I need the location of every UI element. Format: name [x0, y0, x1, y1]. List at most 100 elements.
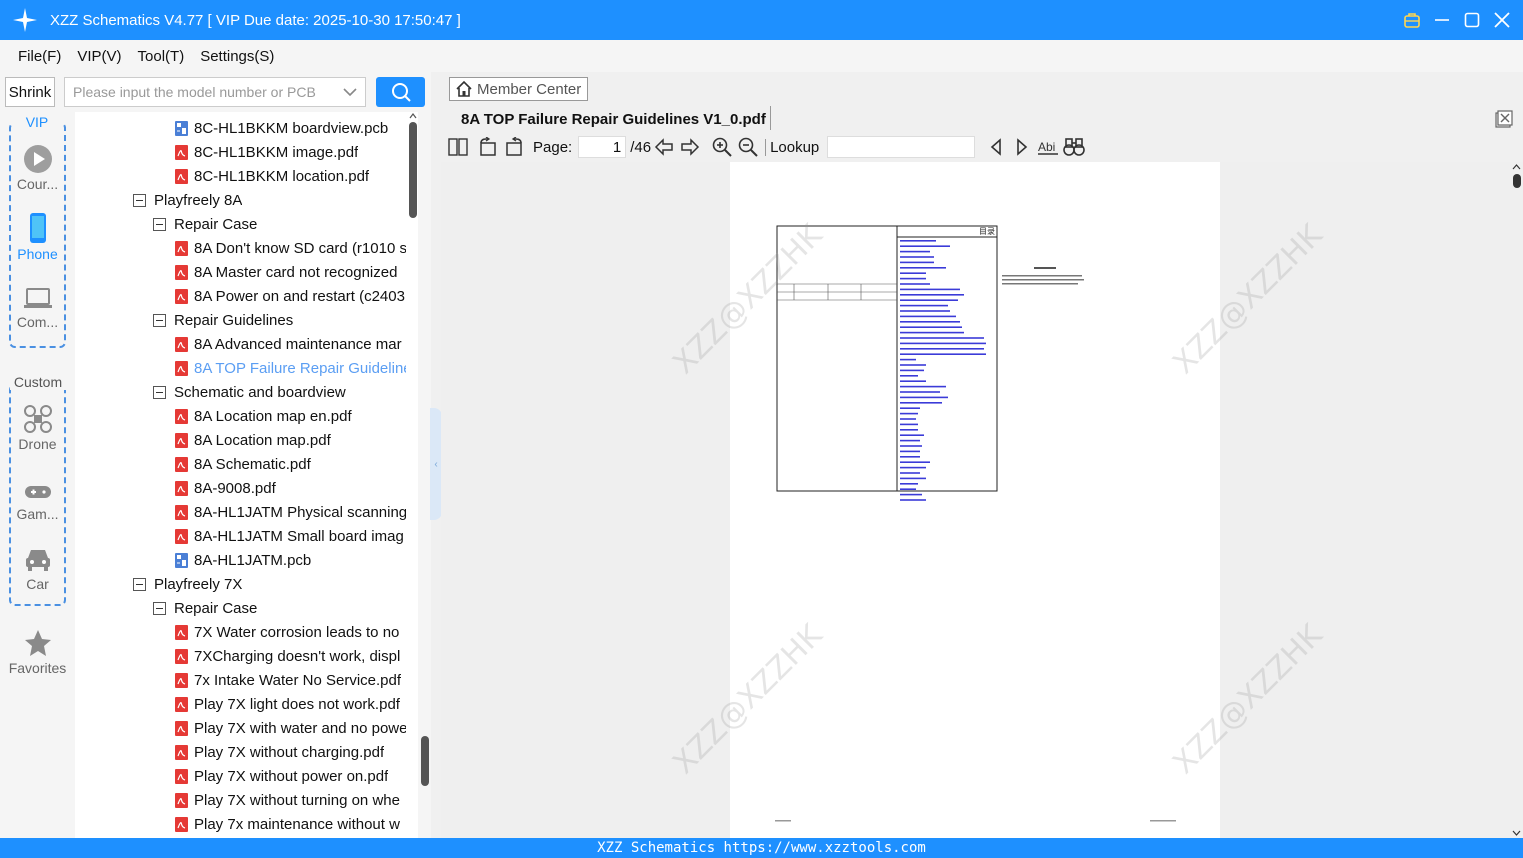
collapse-toggle-icon[interactable]	[153, 313, 166, 327]
page-number-input[interactable]: 1	[578, 136, 627, 158]
tree-folder-row[interactable]: Playfreely 8A	[133, 188, 406, 212]
sidebar-item-game[interactable]: Gam...	[0, 480, 75, 522]
search-icon	[391, 83, 411, 102]
toc-link-line	[900, 267, 946, 269]
pdf-file-icon	[175, 456, 188, 472]
tree-item-label: 8C-HL1BKKM image.pdf	[194, 143, 359, 161]
prev-page-arrow-icon[interactable]	[653, 136, 675, 158]
tree-folder-row[interactable]: Repair Guidelines	[153, 308, 406, 332]
toc-link-line	[900, 488, 916, 490]
rotate-left-icon[interactable]	[477, 136, 499, 158]
viewer-scrollbar[interactable]	[1510, 162, 1523, 838]
tree-item-label: Playfreely 8A	[154, 191, 243, 209]
menu-vip[interactable]: VIP(V)	[69, 48, 129, 65]
collapse-toggle-icon[interactable]	[153, 385, 166, 399]
search-area: Please input the model number or PCB	[64, 72, 431, 112]
tree-file-row[interactable]: Play 7X light does not work.pdf	[175, 692, 406, 716]
minimize-button[interactable]	[1431, 9, 1453, 31]
tree-item-label: 8A-HL1JATM.pcb	[194, 551, 312, 569]
chevron-down-icon[interactable]	[335, 87, 365, 97]
sidebar-item-drone[interactable]: Drone	[0, 404, 75, 452]
tree-file-row[interactable]: 7XCharging doesn't work, displ	[175, 644, 406, 668]
tree-item-label: Play 7X light does not work.pdf	[194, 695, 400, 713]
tree-file-row[interactable]: 8A Location map en.pdf	[175, 404, 406, 428]
lookup-input[interactable]	[827, 136, 976, 158]
collapse-toggle-icon[interactable]	[153, 217, 166, 231]
toc-link-line	[900, 375, 918, 377]
tree-file-row[interactable]: Play 7x maintenance without w	[175, 812, 406, 836]
play-circle-icon	[23, 145, 52, 173]
tree-file-row[interactable]: Play 7X without power on.pdf	[175, 764, 406, 788]
pdf-file-icon	[175, 792, 188, 808]
vip-bag-icon[interactable]	[1401, 9, 1423, 31]
tree-item-label: 8A Don't know SD card (r1010 s	[194, 239, 406, 257]
dual-page-icon[interactable]	[447, 136, 469, 158]
home-icon	[456, 80, 472, 97]
toc-link-line	[900, 483, 918, 485]
tree-file-row[interactable]: 8A-HL1JATM Small board imag	[175, 524, 406, 548]
sidebar-item-favorites[interactable]: Favorites	[0, 628, 75, 676]
shrink-button[interactable]: Shrink	[5, 77, 55, 107]
zoom-out-icon[interactable]	[737, 136, 759, 158]
tree-file-row[interactable]: 8A-HL1JATM Physical scanning	[175, 500, 406, 524]
match-case-icon[interactable]: Abi	[1037, 136, 1059, 158]
tree-file-row[interactable]: 7x Intake Water No Service.pdf	[175, 668, 406, 692]
sidebar-item-phone[interactable]: Phone	[0, 212, 75, 262]
tree-file-row[interactable]: 7X Water corrosion leads to no	[175, 620, 406, 644]
find-previous-icon[interactable]	[985, 136, 1007, 158]
viewer-toolbar: Page: 1 /46 Lookup Abi	[441, 134, 1523, 160]
star-icon	[24, 630, 51, 656]
binoculars-icon[interactable]	[1063, 136, 1086, 158]
tree-scrollbar-thumb[interactable]	[421, 736, 429, 786]
rotate-right-icon[interactable]	[503, 136, 525, 158]
tree-file-row[interactable]: Play 7X without turning on whe	[175, 788, 406, 812]
tree-file-row[interactable]: 8C-HL1BKKM boardview.pcb	[175, 116, 406, 140]
pdf-file-icon	[175, 744, 188, 760]
close-button[interactable]	[1491, 9, 1513, 31]
vip-group-label: VIP	[12, 114, 62, 130]
find-next-icon[interactable]	[1011, 136, 1033, 158]
tree-folder-row[interactable]: Schematic and boardview	[153, 380, 406, 404]
tree-file-row[interactable]: 8A Location map.pdf	[175, 428, 406, 452]
tree-folder-row[interactable]: Repair Case	[153, 212, 406, 236]
tree-file-row[interactable]: 8A Advanced maintenance mar	[175, 332, 406, 356]
tree-file-row[interactable]: 8A Power on and restart (c2403	[175, 284, 406, 308]
tree-file-row[interactable]: 8C-HL1BKKM location.pdf	[175, 164, 406, 188]
tree-file-row[interactable]: Play 7X without charging.pdf	[175, 740, 406, 764]
menu-tool[interactable]: Tool(T)	[130, 48, 193, 65]
pdf-file-icon	[175, 288, 188, 304]
tree-item-label: 8A Location map.pdf	[194, 431, 331, 449]
tree-file-row[interactable]: 8A-HL1JATM.pcb	[175, 548, 406, 572]
close-document-icon[interactable]	[1495, 110, 1513, 128]
tree-item-label: 7XCharging doesn't work, displ	[194, 647, 401, 665]
tree-folder-row[interactable]: Playfreely 7X	[133, 572, 406, 596]
viewer-scrollbar-thumb[interactable]	[1513, 174, 1521, 188]
maximize-button[interactable]	[1461, 9, 1483, 31]
collapse-toggle-icon[interactable]	[133, 193, 146, 207]
tree-file-row[interactable]: 8A Don't know SD card (r1010 s	[175, 236, 406, 260]
tree-folder-row[interactable]: Repair Case	[153, 596, 406, 620]
tree-file-row[interactable]: 8C-HL1BKKM image.pdf	[175, 140, 406, 164]
sidebar-item-courses[interactable]: Cour...	[0, 144, 75, 192]
zoom-in-icon[interactable]	[711, 136, 733, 158]
model-search-input[interactable]: Please input the model number or PCB	[64, 77, 366, 107]
toc-link-line	[900, 412, 918, 415]
menu-settings[interactable]: Settings(S)	[192, 48, 282, 65]
menu-file[interactable]: File(F)	[10, 48, 69, 65]
collapse-toggle-icon[interactable]	[133, 577, 146, 591]
next-page-arrow-icon[interactable]	[679, 136, 701, 158]
tree-inner-scrollbar[interactable]	[408, 112, 418, 218]
tree-file-row[interactable]: 8A Schematic.pdf	[175, 452, 406, 476]
search-button[interactable]	[376, 77, 425, 107]
tree-file-row[interactable]: 8A TOP Failure Repair Guideline	[175, 356, 406, 380]
collapse-toggle-icon[interactable]	[153, 601, 166, 615]
sidebar-item-car[interactable]: Car	[0, 544, 75, 592]
sidebar-item-computer[interactable]: Com...	[0, 286, 75, 330]
tree-file-row[interactable]: 8A-9008.pdf	[175, 476, 406, 500]
toc-link-line	[900, 499, 926, 501]
document-tab[interactable]: 8A TOP Failure Repair Guidelines V1_0.pd…	[451, 106, 776, 132]
pdf-viewer[interactable]: XZZ@XZZHK XZZ@XZZHK XZZ@XZZHK XZZ@XZZHK …	[441, 162, 1523, 838]
tree-file-row[interactable]: 8A Master card not recognized	[175, 260, 406, 284]
tree-file-row[interactable]: Play 7X with water and no powe	[175, 716, 406, 740]
member-center-button[interactable]: Member Center	[449, 77, 588, 101]
